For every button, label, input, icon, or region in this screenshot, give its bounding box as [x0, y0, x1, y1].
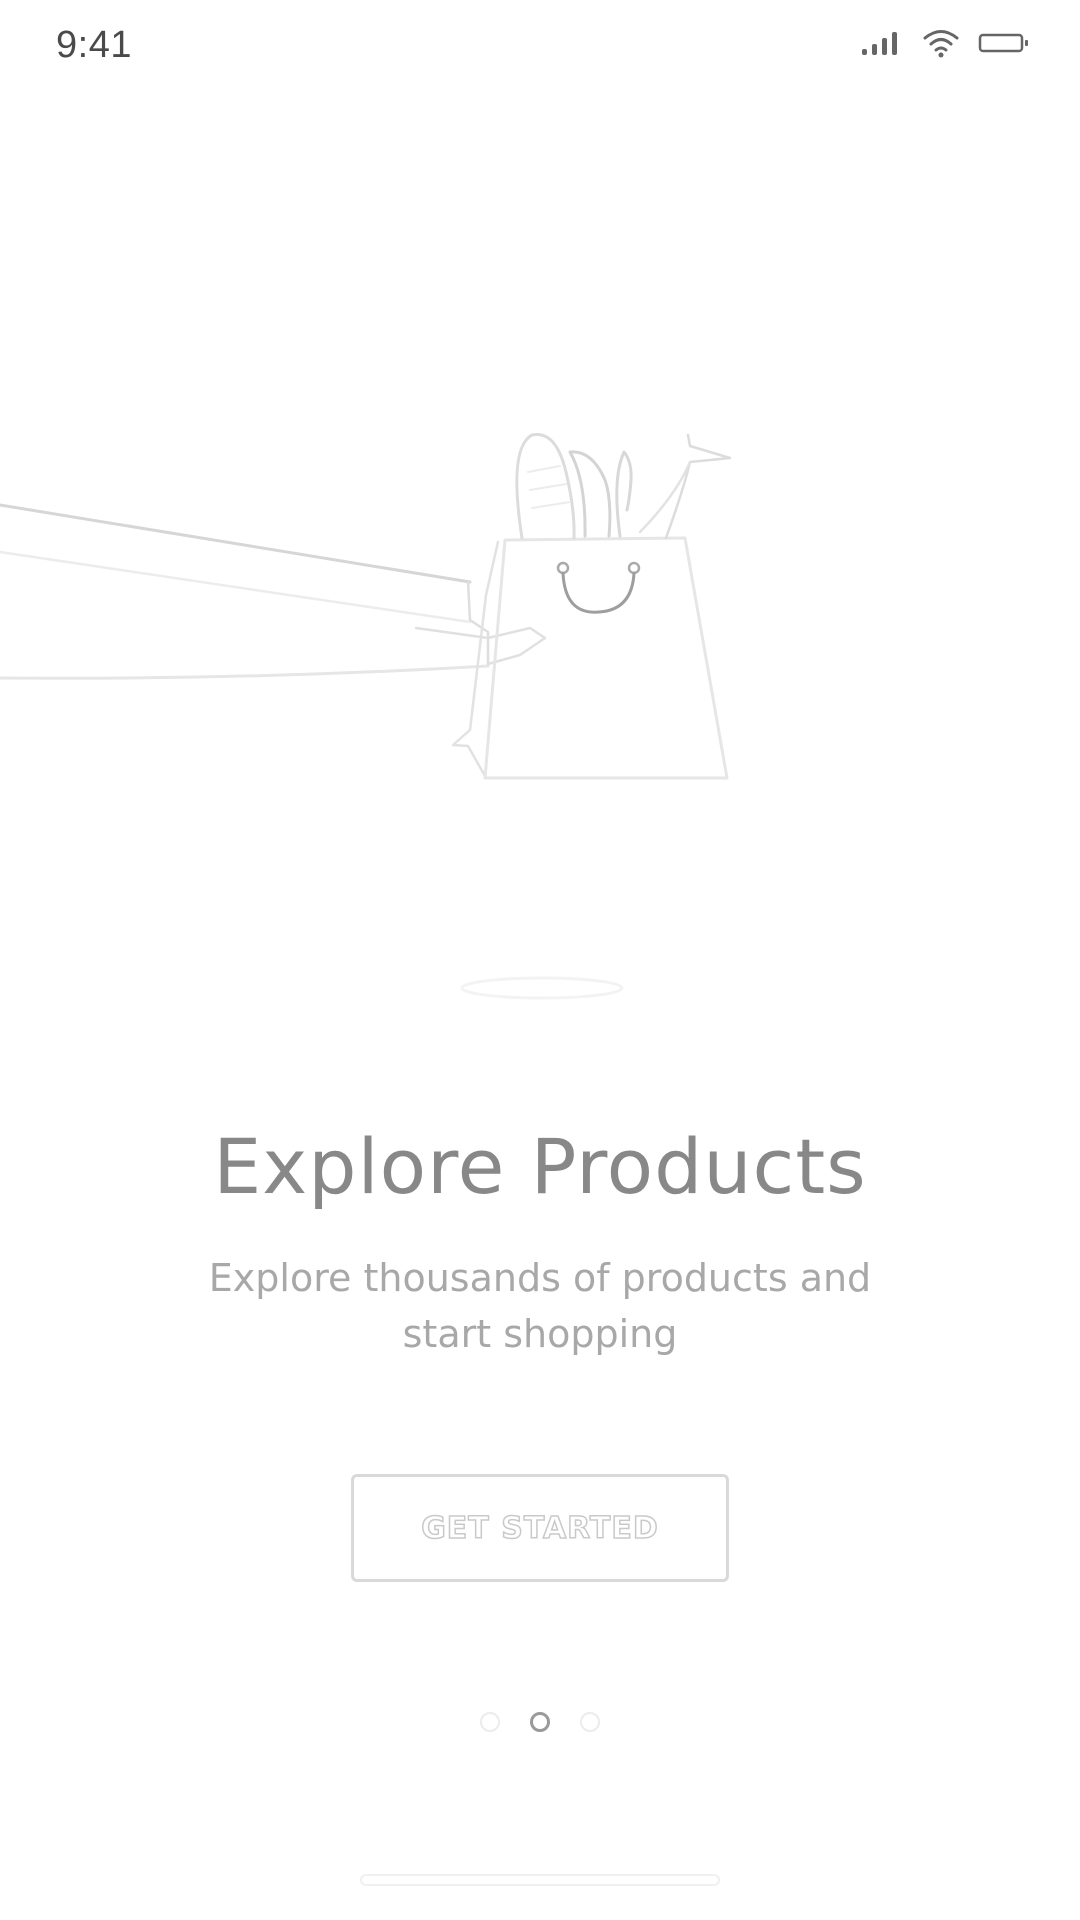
home-indicator[interactable]	[360, 1874, 720, 1886]
wifi-icon	[923, 30, 959, 58]
status-time: 9:41	[56, 24, 132, 66]
status-icons	[860, 28, 1032, 58]
pagination-dot-3[interactable]	[580, 1712, 600, 1732]
page-title: Explore Products	[213, 1122, 867, 1211]
shopping-bag-handoff-illustration	[0, 432, 732, 1000]
status-bar: 9:41	[0, 0, 1080, 110]
get-started-label: GET STARTED	[420, 1510, 659, 1547]
cellular-signal-icon	[862, 32, 897, 55]
onboarding-illustration	[0, 400, 1080, 1020]
battery-icon	[978, 33, 1028, 53]
pagination-dot-2[interactable]	[530, 1712, 550, 1732]
page-subtitle: Explore thousands of products and start …	[208, 1256, 872, 1356]
pagination-dots	[0, 1712, 1080, 1732]
get-started-button[interactable]: GET STARTED	[351, 1474, 729, 1582]
pagination-dot-1[interactable]	[480, 1712, 500, 1732]
